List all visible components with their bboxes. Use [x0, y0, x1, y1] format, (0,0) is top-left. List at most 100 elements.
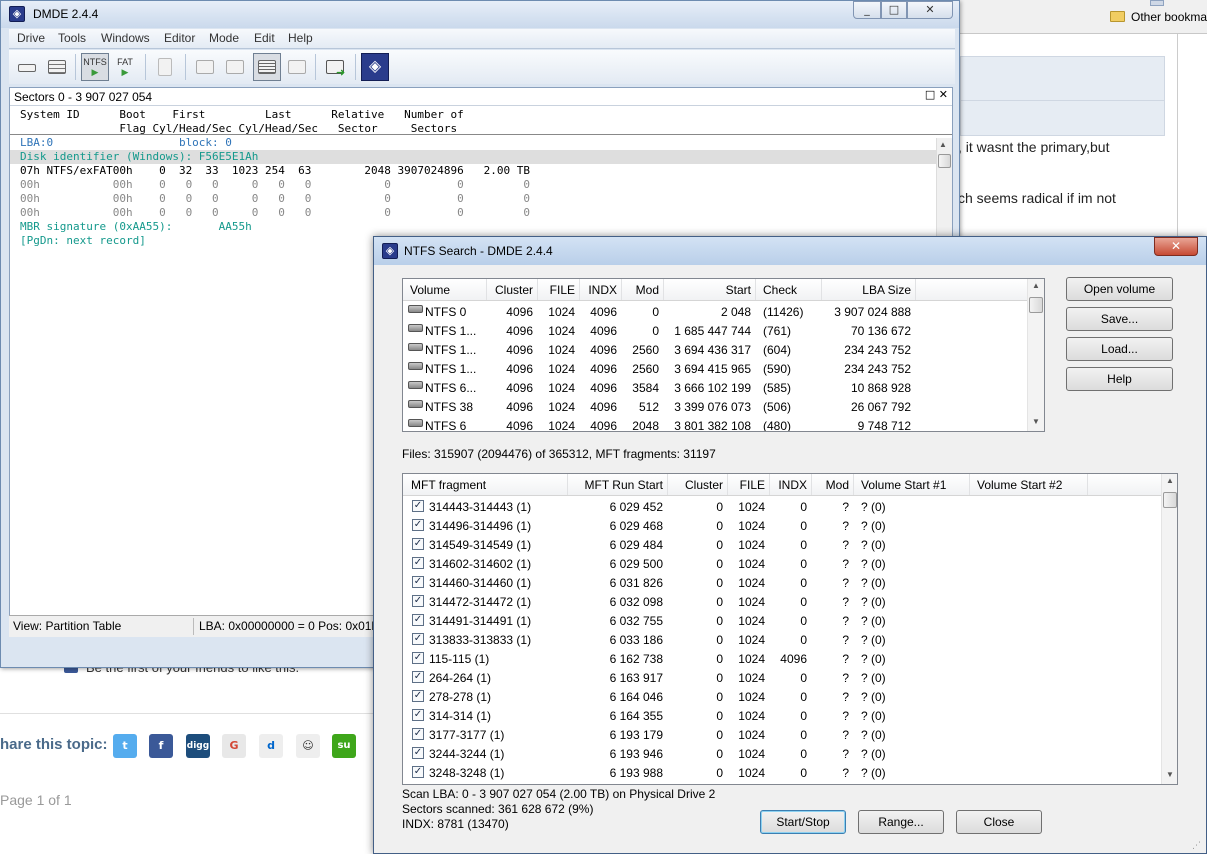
maximize-button[interactable]: □ [881, 1, 907, 19]
fragment-row[interactable]: ✓ 264-264 (1) 6 163 917 0 1024 0? ? (0) [403, 669, 1161, 688]
fragment-row[interactable]: ✓ 314-314 (1) 6 164 355 0 1024 0? ? (0) [403, 707, 1161, 726]
fragment-checkbox[interactable]: ✓ [412, 671, 424, 683]
fragment-checkbox[interactable]: ✓ [412, 747, 424, 759]
fragment-checkbox[interactable]: ✓ [412, 519, 424, 531]
list-view-icon[interactable] [221, 53, 249, 81]
fragment-checkbox[interactable]: ✓ [412, 576, 424, 588]
dialog-close-button[interactable]: ✕ [1154, 237, 1198, 256]
scroll-down-icon[interactable]: ▼ [1032, 417, 1040, 426]
volume-row[interactable]: NTFS 38 4096 1024 4096 512 3 399 076 073 (506)… [403, 398, 1027, 417]
table-view-icon[interactable] [253, 53, 281, 81]
stumbleupon-icon[interactable]: su [332, 734, 356, 758]
fragment-row[interactable]: ✓ 314443-314443 (1) 6 029 452 0 1024 0? ? (0) [403, 498, 1161, 517]
fat-search-button[interactable]: FAT ▶ [111, 53, 139, 81]
col-mod[interactable]: Mod [813, 478, 849, 492]
fragment-row[interactable]: ✓ 314491-314491 (1) 6 032 755 0 1024 0? ? (0) [403, 612, 1161, 631]
fragment-checkbox[interactable]: ✓ [412, 690, 424, 702]
minimize-button[interactable]: _ [853, 1, 881, 19]
scroll-up-icon[interactable]: ▲ [1166, 476, 1174, 485]
fragment-checkbox[interactable]: ✓ [412, 538, 424, 550]
volume-row[interactable]: NTFS 1... 4096 1024 4096 2560 3 694 415 965 (5… [403, 360, 1027, 379]
facebook-icon[interactable]: f [149, 734, 173, 758]
col-volume[interactable]: Volume [410, 283, 450, 297]
fragment-checkbox[interactable]: ✓ [412, 709, 424, 721]
close-button[interactable]: ✕ [907, 1, 953, 19]
scroll-up-icon[interactable]: ▲ [939, 140, 947, 149]
fragment-checkbox[interactable]: ✓ [412, 652, 424, 664]
menu-tools[interactable]: Tools [58, 31, 86, 45]
volume-row[interactable]: NTFS 6... 4096 1024 4096 3584 3 666 102 199 (5… [403, 379, 1027, 398]
volumes-list[interactable]: Volume Cluster FILE INDX Mod Start Check… [402, 278, 1045, 432]
partition-entry-3[interactable]: 00h 00h 0 0 0 0 0 0 0 0 0 [20, 192, 530, 206]
menu-windows[interactable]: Windows [101, 31, 150, 45]
digg-icon[interactable]: digg [186, 734, 210, 758]
scroll-up-icon[interactable]: ▲ [1032, 281, 1040, 290]
fragment-checkbox[interactable]: ✓ [412, 728, 424, 740]
col-start[interactable]: Start [665, 283, 751, 297]
volume-row[interactable]: NTFS 1... 4096 1024 4096 2560 3 694 436 317 (6… [403, 341, 1027, 360]
delicious-icon[interactable]: d [259, 734, 283, 758]
partitions-icon[interactable] [43, 53, 71, 81]
volumes-scrollbar[interactable]: ▲ ▼ [1027, 279, 1044, 431]
fragments-scrollbar[interactable]: ▲ ▼ [1161, 474, 1177, 784]
col-indx[interactable]: INDX [583, 283, 617, 297]
load-button[interactable]: Load... [1066, 337, 1173, 361]
fragment-row[interactable]: ✓ 3248-3248 (1) 6 193 988 0 1024 0? ? (0) [403, 764, 1161, 783]
open-volume-button[interactable]: Open volume [1066, 277, 1173, 301]
ntfs-search-button[interactable]: NTFS ▶ [81, 53, 109, 81]
image-view-icon[interactable] [283, 53, 311, 81]
col-cluster[interactable]: Cluster [669, 478, 723, 492]
col-volume-start-1[interactable]: Volume Start #1 [861, 478, 946, 492]
range-button[interactable]: Range... [858, 810, 944, 834]
col-mft-fragment[interactable]: MFT fragment [411, 478, 486, 492]
fragment-row[interactable]: ✓ 313833-313833 (1) 6 033 186 0 1024 0? ? (0) [403, 631, 1161, 650]
pane-window-buttons[interactable]: □ ✕ [925, 88, 948, 101]
disk-identifier-line[interactable]: Disk identifier (Windows): F56E5E1Ah [20, 150, 258, 164]
mft-fragments-list[interactable]: MFT fragment MFT Run Start Cluster FILE … [402, 473, 1178, 785]
google-icon[interactable]: G [222, 734, 246, 758]
start-stop-button[interactable]: Start/Stop [760, 810, 846, 834]
menu-edit[interactable]: Edit [254, 31, 275, 45]
resize-grip-icon[interactable]: ⋰ [1192, 841, 1204, 853]
col-file[interactable]: FILE [543, 283, 575, 297]
fragment-checkbox[interactable]: ✓ [412, 614, 424, 626]
menu-editor[interactable]: Editor [164, 31, 195, 45]
volume-row[interactable]: NTFS 0 4096 1024 4096 0 2 048 (11426) 3 907 024… [403, 303, 1027, 322]
partition-entry-4[interactable]: 00h 00h 0 0 0 0 0 0 0 0 0 [20, 206, 530, 220]
file-icon[interactable] [151, 53, 179, 81]
next-record-hint[interactable]: [PgDn: next record] [20, 234, 146, 248]
col-indx[interactable]: INDX [771, 478, 807, 492]
col-volume-start-2[interactable]: Volume Start #2 [977, 478, 1062, 492]
browser-scroll-arrow[interactable] [1150, 0, 1164, 6]
col-mod[interactable]: Mod [623, 283, 659, 297]
col-cluster[interactable]: Cluster [493, 283, 533, 297]
scroll-thumb[interactable] [938, 154, 951, 168]
reddit-icon[interactable]: ☺ [296, 734, 320, 758]
scroll-down-icon[interactable]: ▼ [1166, 770, 1174, 779]
col-file[interactable]: FILE [729, 478, 765, 492]
fragment-checkbox[interactable]: ✓ [412, 500, 424, 512]
partition-entry-2[interactable]: 00h 00h 0 0 0 0 0 0 0 0 0 [20, 178, 530, 192]
col-mft-run-start[interactable]: MFT Run Start [569, 478, 663, 492]
drive-icon[interactable] [13, 53, 41, 81]
menu-help[interactable]: Help [288, 31, 313, 45]
dmde-logo-icon[interactable]: ◈ [361, 53, 389, 81]
col-lba-size[interactable]: LBA Size [827, 283, 911, 297]
scroll-thumb[interactable] [1163, 492, 1177, 508]
fragment-row[interactable]: ✓ 314496-314496 (1) 6 029 468 0 1024 0? ? (0) [403, 517, 1161, 536]
partition-entry-1[interactable]: 07h NTFS/exFAT00h 0 32 33 1023 254 63 20… [20, 164, 530, 178]
fragment-row[interactable]: ✓ 314460-314460 (1) 6 031 826 0 1024 0? ? (0) [403, 574, 1161, 593]
volume-row[interactable]: NTFS 6 4096 1024 4096 2048 3 801 382 108 (480)… [403, 417, 1027, 431]
fragment-row[interactable]: ✓ 3177-3177 (1) 6 193 179 0 1024 0? ? (0) [403, 726, 1161, 745]
fragment-checkbox[interactable]: ✓ [412, 766, 424, 778]
volume-row[interactable]: NTFS 1... 4096 1024 4096 0 1 685 447 744 (761)… [403, 322, 1027, 341]
close-dialog-button[interactable]: Close [956, 810, 1042, 834]
menu-mode[interactable]: Mode [209, 31, 239, 45]
scroll-thumb[interactable] [1029, 297, 1043, 313]
fragment-checkbox[interactable]: ✓ [412, 595, 424, 607]
tree-view-icon[interactable] [191, 53, 219, 81]
save-button[interactable]: Save... [1066, 307, 1173, 331]
fragment-row[interactable]: ✓ 115-115 (1) 6 162 738 0 1024 4096? ? (0) [403, 650, 1161, 669]
fragment-checkbox[interactable]: ✓ [412, 557, 424, 569]
fragment-row[interactable]: ✓ 278-278 (1) 6 164 046 0 1024 0? ? (0) [403, 688, 1161, 707]
